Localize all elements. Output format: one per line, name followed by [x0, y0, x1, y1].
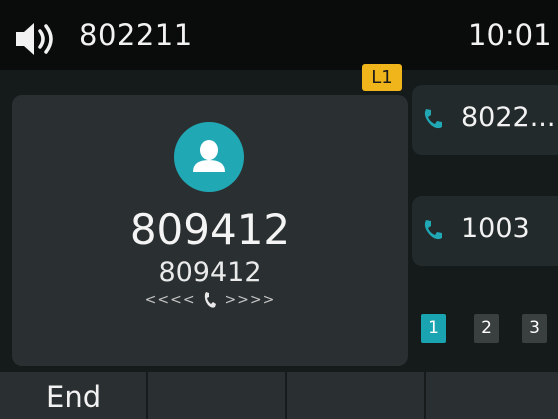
contact-name: 809412: [129, 205, 291, 254]
handset-icon: [204, 292, 216, 308]
handset-icon: [424, 220, 442, 240]
line-item-1[interactable]: 8022...: [412, 85, 558, 155]
speaker-icon: [16, 23, 53, 55]
line-item-2[interactable]: 1003: [412, 196, 558, 266]
progress-right: >>>>: [224, 292, 276, 308]
clock: 10:01: [468, 18, 552, 52]
call-progress-indicator: <<<< >>>>: [12, 291, 408, 309]
account-label: 802211: [79, 18, 193, 52]
page-3-button[interactable]: 3: [522, 314, 547, 343]
line-label: 8022...: [461, 102, 556, 133]
softkey-2[interactable]: [148, 372, 285, 419]
contact-avatar-icon: [174, 122, 244, 192]
progress-left: <<<<: [144, 292, 196, 308]
contact-number: 809412: [158, 257, 262, 288]
line-badge: L1: [362, 64, 402, 91]
handset-icon: [424, 109, 442, 129]
active-call-card[interactable]: 809412 809412 <<<< >>>>: [12, 95, 408, 366]
page-1-button[interactable]: 1: [421, 314, 446, 343]
softkey-3[interactable]: [287, 372, 424, 419]
line-label: 1003: [461, 213, 530, 244]
softkey-4[interactable]: [426, 372, 558, 419]
page-2-button[interactable]: 2: [474, 314, 499, 343]
softkey-bar: End: [0, 372, 558, 419]
end-call-button[interactable]: End: [0, 372, 146, 419]
status-bar: 802211 10:01: [0, 0, 558, 70]
